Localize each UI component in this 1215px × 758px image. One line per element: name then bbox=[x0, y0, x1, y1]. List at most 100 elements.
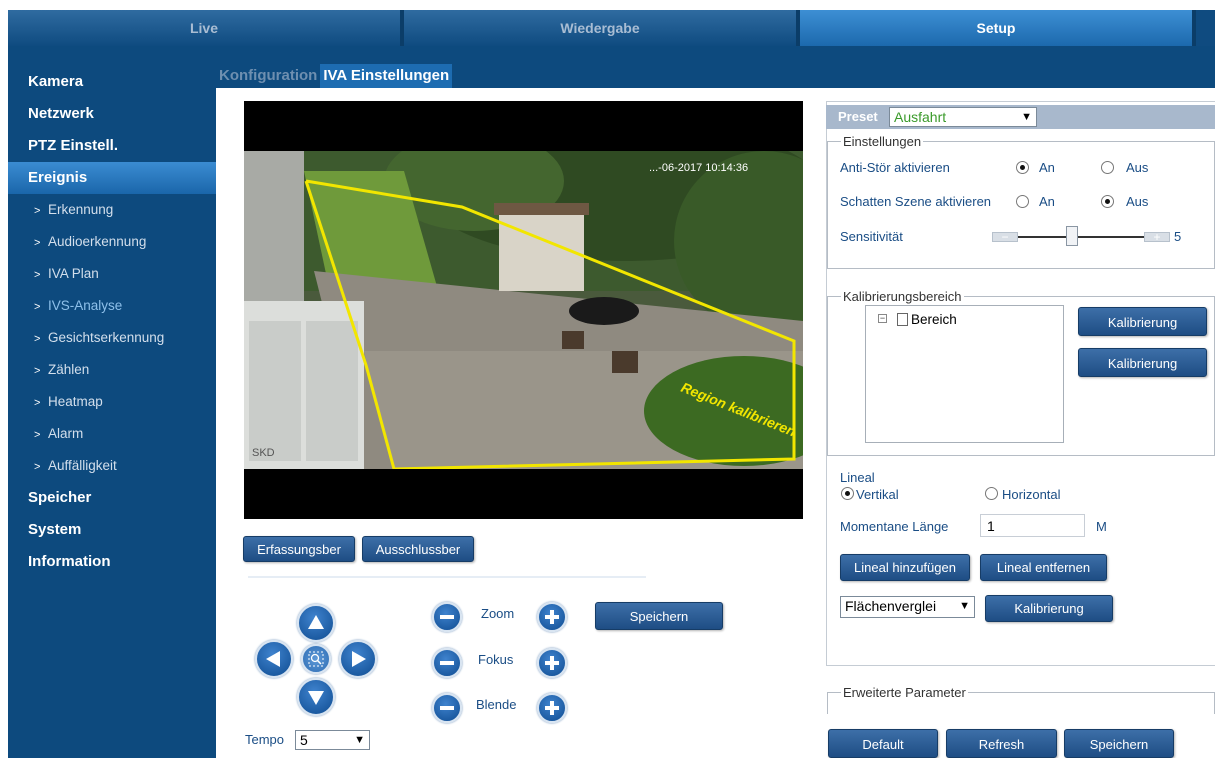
calibration-legend: Kalibrierungsbereich bbox=[841, 289, 964, 304]
preset-label: Preset bbox=[838, 109, 878, 124]
shadow-on-radio[interactable] bbox=[1016, 195, 1029, 208]
sidebar-subitem-label: Audioerkennung bbox=[48, 234, 147, 249]
chevron-right-icon: > bbox=[34, 269, 41, 281]
ruler-calibrate-button[interactable]: Kalibrierung bbox=[985, 595, 1113, 622]
zoom-out-button[interactable] bbox=[432, 602, 462, 632]
minus-icon bbox=[440, 615, 454, 619]
speed-select[interactable]: 5 ▼ bbox=[295, 730, 370, 750]
plus-icon bbox=[545, 701, 559, 715]
shadow-off-radio[interactable] bbox=[1101, 195, 1114, 208]
ptz-down-button[interactable] bbox=[297, 678, 335, 716]
remove-ruler-button[interactable]: Lineal entfernen bbox=[980, 554, 1107, 581]
length-input[interactable] bbox=[980, 514, 1085, 537]
anti-interference-on-label: An bbox=[1039, 160, 1055, 175]
anti-interference-on-radio[interactable] bbox=[1016, 161, 1029, 174]
length-unit: M bbox=[1096, 519, 1107, 534]
calibration-button-2[interactable]: Kalibrierung bbox=[1078, 348, 1207, 377]
slider-handle[interactable] bbox=[1066, 226, 1078, 246]
ptz-zoom-area-button[interactable] bbox=[301, 644, 331, 674]
ptz-left-button[interactable] bbox=[255, 640, 293, 678]
chevron-right-icon: > bbox=[34, 205, 41, 217]
sidebar-item-information[interactable]: Information bbox=[8, 546, 216, 578]
sidebar-subitem-audio-detection[interactable]: > Audioerkennung bbox=[8, 226, 216, 258]
preset-select[interactable]: Ausfahrt ▼ bbox=[889, 107, 1037, 127]
collapse-icon[interactable]: − bbox=[878, 314, 887, 323]
tab-iva-settings[interactable]: IVA Einstellungen bbox=[320, 64, 453, 88]
sidebar-subitem-label: Zählen bbox=[48, 362, 90, 377]
sensitivity-slider[interactable]: − + bbox=[992, 226, 1170, 246]
chevron-down-icon: ▼ bbox=[959, 600, 970, 612]
sensitivity-value: 5 bbox=[1174, 229, 1182, 244]
document-icon bbox=[897, 313, 908, 326]
detection-area-button[interactable]: Erfassungsber bbox=[243, 536, 355, 562]
ruler-label: Lineal bbox=[840, 470, 875, 485]
video-timestamp: ...-06-2017 10:14:36 bbox=[649, 162, 748, 174]
sidebar-item-network[interactable]: Netzwerk bbox=[8, 98, 216, 130]
ptz-right-button[interactable] bbox=[339, 640, 377, 678]
calibration-button-1[interactable]: Kalibrierung bbox=[1078, 307, 1207, 336]
plus-icon bbox=[545, 656, 559, 670]
zoom-in-button[interactable] bbox=[537, 602, 567, 632]
sidebar-subitem-label: Erkennung bbox=[48, 202, 114, 217]
speed-value: 5 bbox=[300, 732, 308, 748]
sensitivity-label: Sensitivität bbox=[840, 229, 903, 244]
content-tabs: Konfiguration IVA Einstellungen bbox=[216, 64, 453, 88]
compare-select[interactable]: Flächenverglei ▼ bbox=[840, 596, 975, 618]
sidebar-subitem-alarm[interactable]: > Alarm bbox=[8, 418, 216, 450]
ptz-up-button[interactable] bbox=[297, 604, 335, 642]
scene-watermark: SKD bbox=[252, 447, 275, 459]
anti-interference-off-radio[interactable] bbox=[1101, 161, 1114, 174]
slider-plus-icon[interactable]: + bbox=[1144, 231, 1170, 243]
refresh-button[interactable]: Refresh bbox=[946, 729, 1057, 758]
iris-open-button[interactable] bbox=[537, 693, 567, 723]
length-label: Momentane Länge bbox=[840, 519, 949, 534]
tab-live[interactable]: Live bbox=[8, 10, 404, 46]
ruler-horizontal-radio[interactable] bbox=[985, 487, 998, 500]
sidebar-subitem-abnormality[interactable]: > Auffälligkeit bbox=[8, 450, 216, 482]
tab-setup[interactable]: Setup bbox=[800, 10, 1196, 46]
iris-close-button[interactable] bbox=[432, 693, 462, 723]
zoom-label: Zoom bbox=[481, 606, 515, 621]
sidebar-item-camera[interactable]: Kamera bbox=[8, 66, 216, 98]
sidebar-subitem-iva-plan[interactable]: > IVA Plan bbox=[8, 258, 216, 290]
sidebar-subitem-label: Alarm bbox=[48, 426, 84, 441]
sidebar-subitem-face-detection[interactable]: > Gesichtserkennung bbox=[8, 322, 216, 354]
sidebar-item-system[interactable]: System bbox=[8, 514, 216, 546]
video-preview[interactable]: ...-06-2017 10:14:36 Region kalibrieren … bbox=[244, 101, 803, 519]
default-button[interactable]: Default bbox=[828, 729, 938, 758]
shadow-on-label: An bbox=[1039, 194, 1055, 209]
sidebar-item-ptz[interactable]: PTZ Einstell. bbox=[8, 130, 216, 162]
arrow-down-icon bbox=[308, 691, 324, 705]
tab-playback[interactable]: Wiedergabe bbox=[404, 10, 800, 46]
chevron-down-icon: ▼ bbox=[1021, 111, 1032, 123]
tree-item-area[interactable]: Bereich bbox=[911, 312, 957, 327]
sidebar-subitem-detection[interactable]: > Erkennung bbox=[8, 194, 216, 226]
ruler-vertical-radio[interactable] bbox=[841, 487, 854, 500]
focus-far-button[interactable] bbox=[537, 648, 567, 678]
plus-icon bbox=[545, 610, 559, 624]
calibration-tree[interactable]: − Bereich bbox=[865, 305, 1064, 443]
chevron-right-icon: > bbox=[34, 429, 41, 441]
chevron-down-icon: ▼ bbox=[354, 734, 365, 746]
save-button[interactable]: Speichern bbox=[1064, 729, 1174, 758]
chevron-right-icon: > bbox=[34, 237, 41, 249]
sidebar-subitem-heatmap[interactable]: > Heatmap bbox=[8, 386, 216, 418]
sidebar-subitem-label: IVS-Analyse bbox=[48, 298, 123, 313]
slider-minus-icon[interactable]: − bbox=[992, 231, 1018, 243]
sidebar-subitem-counting[interactable]: > Zählen bbox=[8, 354, 216, 386]
zoom-area-icon bbox=[308, 651, 324, 667]
ptz-save-button[interactable]: Speichern bbox=[595, 602, 723, 630]
focus-near-button[interactable] bbox=[432, 648, 462, 678]
sidebar-subitem-label: Auffälligkeit bbox=[48, 458, 117, 473]
sidebar-subitem-ivs-analysis[interactable]: > IVS-Analyse bbox=[8, 290, 216, 322]
sidebar-item-storage[interactable]: Speicher bbox=[8, 482, 216, 514]
anti-interference-label: Anti-Stör aktivieren bbox=[840, 160, 950, 175]
add-ruler-button[interactable]: Lineal hinzufügen bbox=[840, 554, 970, 581]
chevron-right-icon: > bbox=[34, 461, 41, 473]
ruler-horizontal-label: Horizontal bbox=[1002, 487, 1061, 502]
exclusion-area-button[interactable]: Ausschlussber bbox=[362, 536, 474, 562]
sidebar-subitem-label: Gesichtserkennung bbox=[48, 330, 165, 345]
tab-configuration[interactable]: Konfiguration bbox=[216, 64, 320, 88]
sidebar-item-event[interactable]: Ereignis bbox=[8, 162, 216, 194]
advanced-legend[interactable]: Erweiterte Parameter bbox=[841, 685, 968, 700]
